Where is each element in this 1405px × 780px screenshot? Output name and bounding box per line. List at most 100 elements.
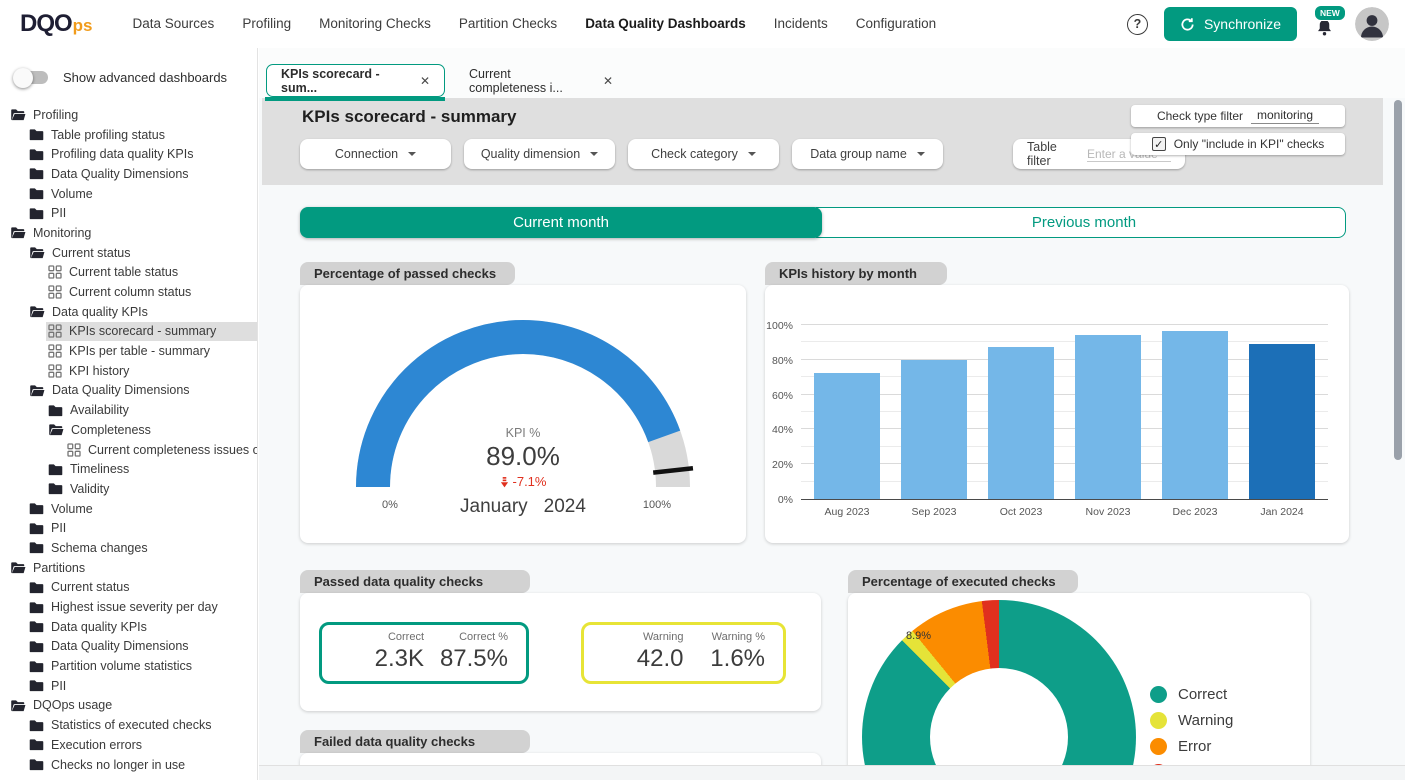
sidebar-item-statistics-of-executed-checks[interactable]: Statistics of executed checks — [0, 715, 257, 735]
sidebar-item-kpi-history[interactable]: KPI history — [0, 361, 257, 381]
sidebar-item-highest-issue-severity-per-day[interactable]: Highest issue severity per day — [0, 597, 257, 617]
include-in-kpi-checkbox[interactable]: ✓ — [1152, 137, 1166, 151]
dashboard-header-panel: KPIs scorecard - summary ConnectionQuali… — [262, 98, 1383, 185]
nav-monitoring-checks[interactable]: Monitoring Checks — [305, 0, 445, 48]
folder-icon — [29, 758, 44, 771]
folder-icon — [29, 187, 44, 200]
check-type-filter-value[interactable]: monitoring — [1251, 108, 1319, 124]
sidebar-item-kpis-per-table-summary[interactable]: KPIs per table - summary — [0, 341, 257, 361]
sidebar-item-timeliness[interactable]: Timeliness — [0, 459, 257, 479]
bar-plot — [801, 326, 1328, 500]
nav-configuration[interactable]: Configuration — [842, 0, 950, 48]
folder-icon — [48, 482, 63, 495]
bar-dec-2023 — [1162, 331, 1228, 499]
filter-dropdown-data-group-name[interactable]: Data group name — [792, 139, 943, 169]
donut-chart: 8.9% — [862, 600, 1136, 765]
sidebar-item-volume[interactable]: Volume — [0, 184, 257, 204]
folder-icon — [29, 128, 44, 141]
sidebar-item-partition-volume-statistics[interactable]: Partition volume statistics — [0, 656, 257, 676]
folder-open-icon — [10, 226, 26, 239]
dqops-logo[interactable]: DQO ps — [0, 10, 119, 38]
sidebar-item-table-profiling-status[interactable]: Table profiling status — [0, 125, 257, 145]
filter-dropdown-connection[interactable]: Connection — [300, 139, 451, 169]
close-icon[interactable]: ✕ — [603, 74, 613, 88]
sidebar-item-pii[interactable]: PII — [0, 518, 257, 538]
folder-icon — [29, 719, 44, 732]
sidebar-item-monitoring[interactable]: Monitoring — [0, 223, 257, 243]
nav-profiling[interactable]: Profiling — [228, 0, 305, 48]
correct-pct: 87.5% — [424, 645, 508, 673]
gauge-card: 0%100% KPI % 89.0% -7.1% January2024 — [300, 285, 746, 543]
folder-icon — [29, 601, 44, 614]
sidebar-item-current-status[interactable]: Current status — [0, 243, 257, 263]
bar-nov-2023 — [1075, 335, 1141, 499]
dqops-app: DQO ps Data SourcesProfilingMonitoring C… — [0, 0, 1405, 780]
sidebar-item-profiling[interactable]: Profiling — [0, 105, 257, 125]
sidebar-item-validity[interactable]: Validity — [0, 479, 257, 499]
nav-data-sources[interactable]: Data Sources — [119, 0, 229, 48]
dashboard-icon — [48, 285, 62, 299]
sidebar-item-profiling-data-quality-kpis[interactable]: Profiling data quality KPIs — [0, 144, 257, 164]
current-month-button[interactable]: Current month — [300, 207, 822, 238]
filter-dropdown-check-category[interactable]: Check category — [628, 139, 779, 169]
user-avatar[interactable] — [1355, 7, 1389, 41]
executed-card-label: Percentage of executed checks — [848, 570, 1078, 593]
vertical-scrollbar-thumb[interactable] — [1394, 100, 1402, 460]
folder-icon — [29, 660, 44, 673]
arrow-down-icon — [500, 476, 509, 488]
sidebar-item-volume[interactable]: Volume — [0, 499, 257, 519]
sidebar-item-pii[interactable]: PII — [0, 676, 257, 696]
sidebar-item-data-quality-kpis[interactable]: Data quality KPIs — [0, 617, 257, 637]
sidebar-item-kpis-scorecard-summary[interactable]: KPIs scorecard - summary — [0, 322, 257, 342]
failed-card-label: Failed data quality checks — [300, 730, 530, 753]
help-icon[interactable]: ? — [1127, 14, 1148, 35]
filter-dropdown-quality-dimension[interactable]: Quality dimension — [464, 139, 615, 169]
sidebar-item-checks-no-longer-in-use[interactable]: Checks no longer in use — [0, 755, 257, 775]
sidebar-item-execution-errors[interactable]: Execution errors — [0, 735, 257, 755]
check-type-filter[interactable]: Check type filter monitoring — [1131, 105, 1345, 127]
tab-kpis-scorecard[interactable]: KPIs scorecard - sum... ✕ — [266, 64, 445, 97]
sidebar-item-schema-changes[interactable]: Schema changes — [0, 538, 257, 558]
sidebar-item-current-status[interactable]: Current status — [0, 578, 257, 598]
sidebar-item-data-quality-kpis[interactable]: Data quality KPIs — [0, 302, 257, 322]
active-tab-underline — [265, 97, 445, 101]
nav-incidents[interactable]: Incidents — [760, 0, 842, 48]
folder-icon — [48, 463, 63, 476]
sidebar-item-partitions[interactable]: Partitions — [0, 558, 257, 578]
filter-row: Connection Quality dimension Check categor… — [300, 139, 943, 169]
bar-aug-2023 — [814, 373, 880, 499]
passed-card: Correct2.3K Correct %87.5% Warning42.0 W… — [300, 593, 821, 711]
sidebar-item-current-table-status[interactable]: Current table status — [0, 263, 257, 283]
include-in-kpi-filter: ✓ Only "include in KPI" checks — [1131, 133, 1345, 155]
chevron-down-icon — [917, 152, 925, 156]
bar-yaxis: 0%20%40%60%80%100% — [767, 326, 793, 500]
sidebar-item-completeness[interactable]: Completeness — [0, 420, 257, 440]
chevron-down-icon — [590, 152, 598, 156]
folder-open-icon — [29, 246, 45, 259]
sidebar-item-availability[interactable]: Availability — [0, 400, 257, 420]
sidebar-item-dqops-usage[interactable]: DQOps usage — [0, 696, 257, 716]
history-card-label: KPIs history by month — [765, 262, 947, 285]
nav-partition-checks[interactable]: Partition Checks — [445, 0, 571, 48]
warning-stat-box: Warning42.0 Warning %1.6% — [581, 622, 786, 684]
nav-data-quality-dashboards[interactable]: Data Quality Dashboards — [571, 0, 760, 48]
synchronize-button[interactable]: Synchronize — [1164, 7, 1297, 41]
sidebar-item-data-quality-dimensions[interactable]: Data Quality Dimensions — [0, 637, 257, 657]
notifications-bell-icon[interactable]: NEW — [1313, 9, 1339, 39]
gauge-card-label: Percentage of passed checks — [300, 262, 515, 285]
failed-card — [300, 753, 821, 765]
sidebar-item-data-quality-dimensions[interactable]: Data Quality Dimensions — [0, 381, 257, 401]
tab-current-completeness[interactable]: Current completeness i... ✕ — [455, 64, 627, 97]
sidebar-item-data-quality-dimensions[interactable]: Data Quality Dimensions — [0, 164, 257, 184]
sidebar-item-current-column-status[interactable]: Current column status — [0, 282, 257, 302]
main-nav: Data SourcesProfilingMonitoring ChecksPa… — [119, 0, 951, 48]
show-advanced-toggle[interactable] — [16, 71, 48, 84]
folder-icon — [29, 207, 44, 220]
bar-jan-2024 — [1249, 344, 1315, 499]
logo-text-ps: ps — [73, 16, 93, 36]
close-icon[interactable]: ✕ — [420, 74, 430, 88]
sidebar-item-current-completeness-issues-on-colu[interactable]: Current completeness issues on colu — [0, 440, 257, 460]
previous-month-button[interactable]: Previous month — [816, 207, 1346, 238]
history-card: 0%20%40%60%80%100% Aug 2023Sep 2023Oct 2… — [765, 285, 1349, 543]
sidebar-item-pii[interactable]: PII — [0, 203, 257, 223]
